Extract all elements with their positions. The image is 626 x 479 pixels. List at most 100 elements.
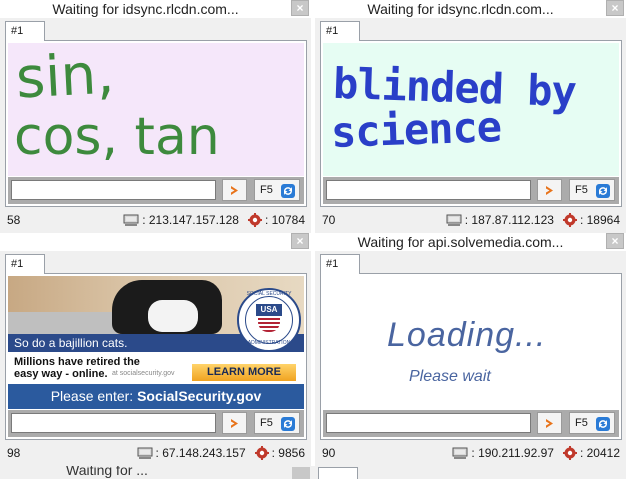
refresh-label: F5 [575, 184, 588, 196]
proxy-info: : 187.87.112.123 : 18964 [446, 211, 620, 229]
refresh-button[interactable]: F5 [254, 179, 300, 201]
arrow-right-icon [231, 186, 238, 195]
ip-address: : 213.147.157.128 [142, 213, 239, 227]
ad-body-line-1: Millions have retired the [14, 356, 140, 368]
peek-tab[interactable] [318, 467, 358, 479]
ip-address: : 187.87.112.123 [464, 213, 554, 227]
refresh-label: F5 [575, 417, 588, 429]
close-button[interactable]: × [291, 0, 309, 16]
gear-icon [562, 446, 577, 460]
captcha-answer-input[interactable] [326, 413, 531, 433]
close-button[interactable]: × [606, 0, 624, 16]
input-bar: F5 [323, 410, 619, 437]
seal-bottom-text: ADMINISTRATION [247, 340, 291, 346]
peek-close-button[interactable] [292, 467, 310, 479]
thread-number: 58 [7, 213, 21, 227]
captcha-image: sin, cos, tan [8, 43, 304, 176]
status-bar: 90 : 190.211.92.97 : 20412 [315, 444, 626, 462]
captcha-image: blinded by science [323, 43, 619, 176]
please-enter-band: Please enter: SocialSecurity.gov [8, 384, 304, 409]
captcha-pane-3: × #1 So do a bajillion cats. SOCIAL SECU… [0, 233, 311, 466]
ip-address: : 190.211.92.97 [471, 446, 554, 460]
pane-title: Waiting for api.solvemedia.com... [315, 233, 626, 251]
seal-top-text: SOCIAL SECURITY [246, 291, 292, 297]
learn-more-button[interactable]: LEARN MORE [192, 364, 296, 381]
refresh-icon [596, 184, 610, 198]
port-number: : 9856 [271, 446, 305, 460]
gear-icon [247, 213, 262, 227]
status-bar: 70 : 187.87.112.123 : 18964 [315, 211, 626, 229]
refresh-label: F5 [260, 417, 273, 429]
loading-text: Loading... [387, 316, 547, 354]
refresh-button[interactable]: F5 [569, 179, 615, 201]
captcha-pane-4: Waiting for api.solvemedia.com... × #1 L… [315, 233, 626, 466]
pane-title: Waiting for idsync.rlcdn.com... [0, 0, 311, 18]
captcha-text-line-1: sin, [14, 43, 116, 112]
refresh-icon [281, 417, 295, 431]
input-bar: F5 [323, 177, 619, 204]
captcha-ad-image: So do a bajillion cats. SOCIAL SECURITY … [8, 276, 304, 409]
thread-number: 90 [322, 446, 336, 460]
gear-icon [562, 213, 577, 227]
tab-1[interactable]: #1 [5, 254, 45, 274]
status-bar: 98 : 67.148.243.157 : 9856 [0, 444, 311, 462]
computer-icon [123, 214, 139, 226]
seal-usa-label: USA [256, 304, 282, 316]
thread-number: 70 [322, 213, 336, 227]
captcha-answer-input[interactable] [11, 413, 216, 433]
input-bar: F5 [8, 177, 304, 204]
submit-button[interactable] [537, 179, 562, 201]
captcha-pane-1: Waiting for idsync.rlcdn.com... × #1 sin… [0, 0, 311, 233]
refresh-button[interactable]: F5 [254, 412, 300, 434]
loading-placeholder: Loading... Please wait [323, 276, 619, 409]
ad-small-text: at socialsecurity.gov [112, 370, 175, 377]
please-wait-text: Please wait [409, 368, 491, 385]
captcha-text-line-2: science [330, 102, 502, 157]
proxy-info: : 67.148.243.157 : 9856 [137, 444, 305, 462]
port-number: : 20412 [579, 446, 620, 460]
gear-icon [254, 446, 269, 460]
refresh-button[interactable]: F5 [569, 412, 615, 434]
captcha-frame: So do a bajillion cats. SOCIAL SECURITY … [5, 273, 307, 440]
computer-icon [137, 447, 153, 459]
close-button[interactable]: × [606, 233, 624, 249]
status-bar: 58 : 213.147.157.128 : 10784 [0, 211, 311, 229]
refresh-icon [596, 417, 610, 431]
tab-1[interactable]: #1 [5, 21, 45, 41]
port-number: : 10784 [264, 213, 305, 227]
proxy-info: : 190.211.92.97 : 20412 [452, 444, 620, 462]
computer-icon [446, 214, 462, 226]
captcha-answer-input[interactable] [11, 180, 216, 200]
thread-number: 98 [7, 446, 21, 460]
next-row-peek: Waiting for ... [0, 466, 626, 479]
arrow-right-icon [231, 419, 238, 428]
refresh-icon [281, 184, 295, 198]
pane-title: Waiting for idsync.rlcdn.com... [315, 0, 626, 18]
computer-icon [452, 447, 468, 459]
peek-title: Waiting for ... [66, 466, 148, 478]
tab-1[interactable]: #1 [320, 21, 360, 41]
captcha-frame: sin, cos, tan F5 [5, 40, 307, 207]
captcha-pane-2: Waiting for idsync.rlcdn.com... × #1 bli… [315, 0, 626, 233]
cat-white-patch [148, 300, 198, 332]
captcha-frame: Loading... Please wait F5 [320, 273, 622, 440]
submit-button[interactable] [222, 179, 247, 201]
please-enter-value: SocialSecurity.gov [137, 388, 262, 404]
proxy-info: : 213.147.157.128 : 10784 [123, 211, 305, 229]
tab-1[interactable]: #1 [320, 254, 360, 274]
captcha-frame: blinded by science F5 [320, 40, 622, 207]
arrow-right-icon [546, 419, 553, 428]
ad-banner-text: So do a bajillion cats. [14, 336, 128, 350]
input-bar: F5 [8, 410, 304, 437]
please-enter-prefix: Please enter: [50, 388, 138, 404]
ip-address: : 67.148.243.157 [155, 446, 246, 460]
submit-button[interactable] [537, 412, 562, 434]
arrow-right-icon [546, 186, 553, 195]
pane-title [0, 233, 311, 251]
port-number: : 18964 [579, 213, 620, 227]
close-button[interactable]: × [291, 233, 309, 249]
ssa-seal: SOCIAL SECURITY USA ADMINISTRATION [237, 288, 301, 352]
submit-button[interactable] [222, 412, 247, 434]
captcha-answer-input[interactable] [326, 180, 531, 200]
captcha-text-line-2: cos, tan [14, 107, 220, 167]
